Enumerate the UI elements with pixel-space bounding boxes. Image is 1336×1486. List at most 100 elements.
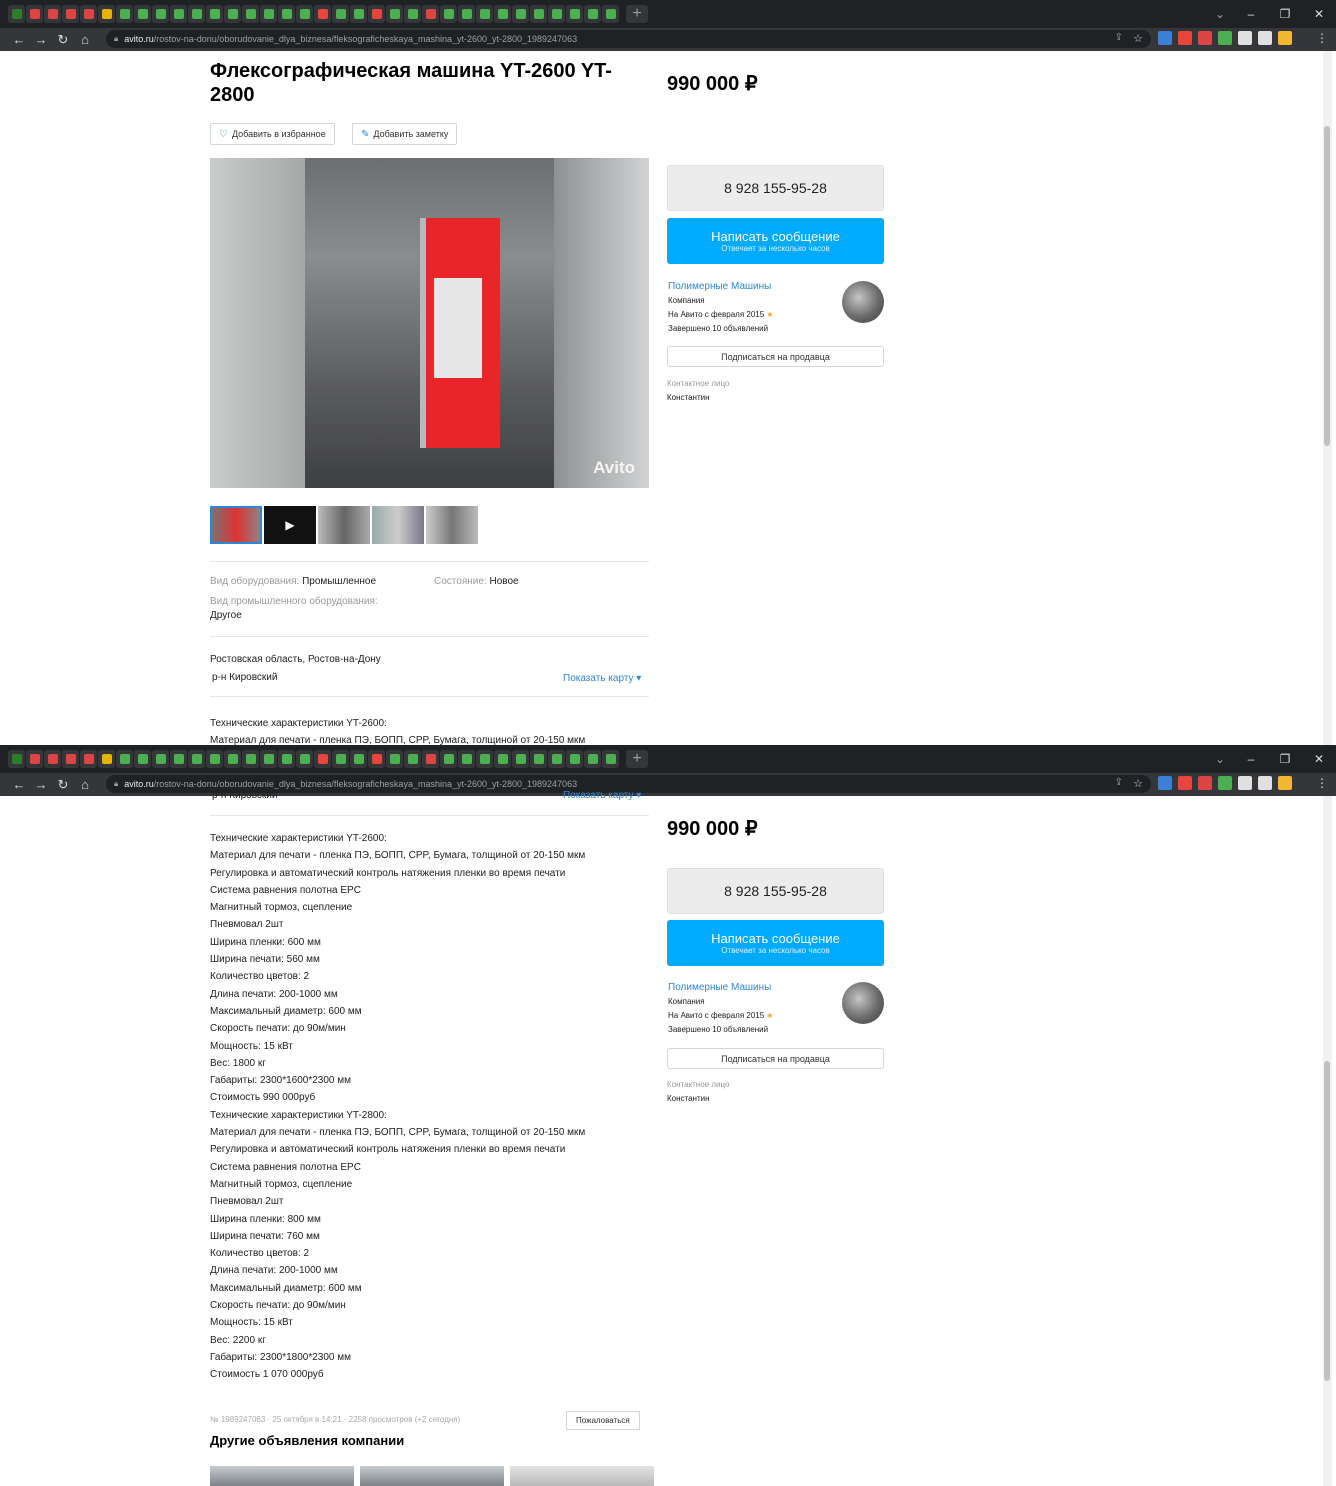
browser-tab[interactable] [206,750,223,768]
minimize-button[interactable]: – [1234,0,1268,28]
browser-tab[interactable] [62,750,79,768]
show-phone-button[interactable]: 8 928 155-95-28 [667,165,884,211]
browser-tab[interactable] [386,750,403,768]
browser-tab[interactable] [566,5,583,23]
browser-tab[interactable] [584,5,601,23]
browser-tab[interactable] [98,5,115,23]
browser-tab[interactable] [584,750,601,768]
close-window-button[interactable]: ✕ [1302,745,1336,773]
browser-tab[interactable] [80,5,97,23]
browser-tab[interactable] [458,5,475,23]
browser-tab[interactable] [458,750,475,768]
close-window-button[interactable]: ✕ [1302,0,1336,28]
back-icon[interactable]: ← [8,773,30,796]
add-note-button[interactable]: ✎ Добавить заметку [352,123,458,145]
tab-search-icon[interactable]: ⌄ [1206,745,1234,773]
browser-tab[interactable] [548,5,565,23]
thumbnail[interactable] [372,506,424,544]
browser-tab[interactable] [116,5,133,23]
browser-tab[interactable] [134,5,151,23]
other-ad-thumbnail[interactable] [210,1466,354,1486]
extension-icon[interactable] [1278,776,1292,790]
browser-tab[interactable] [8,5,25,23]
write-message-button[interactable]: Написать сообщение Отвечает за несколько… [667,218,884,264]
video-thumbnail[interactable]: ▶ [264,506,316,544]
show-map-link[interactable]: Показать карту ▾ [563,790,641,801]
maximize-button[interactable]: ❐ [1268,0,1302,28]
browser-tab[interactable] [44,750,61,768]
browser-tab[interactable] [278,5,295,23]
extension-icon[interactable] [1158,776,1172,790]
browser-tab[interactable] [350,5,367,23]
extension-icon[interactable] [1198,776,1212,790]
browser-tab[interactable] [548,750,565,768]
extension-icon[interactable] [1258,31,1272,45]
home-icon[interactable]: ⌂ [74,773,96,796]
share-icon[interactable]: ⇪ [1115,32,1123,43]
new-tab-button[interactable]: + [626,5,648,23]
seller-name-link[interactable]: Полимерные Машины [668,982,771,993]
extension-icon[interactable] [1218,776,1232,790]
browser-tab[interactable] [224,5,241,23]
browser-tab[interactable] [98,750,115,768]
browser-tab[interactable] [26,750,43,768]
browser-tab[interactable] [404,750,421,768]
seller-avatar[interactable] [842,281,884,323]
browser-tab[interactable] [116,750,133,768]
browser-tab[interactable] [8,750,25,768]
show-phone-button[interactable]: 8 928 155-95-28 [667,868,884,914]
browser-tab[interactable] [296,5,313,23]
browser-tab[interactable] [530,750,547,768]
thumbnail[interactable] [318,506,370,544]
browser-tab[interactable] [476,5,493,23]
browser-tab[interactable] [332,5,349,23]
home-icon[interactable]: ⌂ [74,28,96,51]
extension-icon[interactable] [1198,31,1212,45]
browser-tab[interactable] [278,750,295,768]
other-ad-thumbnail[interactable] [510,1466,654,1486]
browser-tab[interactable] [350,750,367,768]
photo-gallery[interactable]: Avito [210,158,649,488]
minimize-button[interactable]: – [1234,745,1268,773]
extension-icon[interactable] [1158,31,1172,45]
browser-tab[interactable] [134,750,151,768]
browser-tab[interactable] [260,750,277,768]
browser-tab[interactable] [602,5,619,23]
share-icon[interactable]: ⇪ [1115,777,1123,788]
forward-icon[interactable]: → [30,28,52,51]
write-message-button[interactable]: Написать сообщение Отвечает за несколько… [667,920,884,966]
add-favorite-button[interactable]: ♡ Добавить в избранное [210,123,335,145]
bookmark-star-icon[interactable]: ☆ [1133,32,1143,45]
browser-menu-icon[interactable]: ⋮ [1316,31,1328,45]
main-photo[interactable] [305,158,554,488]
thumbnail[interactable] [426,506,478,544]
reload-icon[interactable]: ↻ [52,773,74,796]
browser-tab[interactable] [422,750,439,768]
browser-tab[interactable] [404,5,421,23]
browser-tab[interactable] [188,750,205,768]
extension-icon[interactable] [1258,776,1272,790]
browser-tab[interactable] [314,750,331,768]
browser-tab[interactable] [368,750,385,768]
complain-button[interactable]: Пожаловаться [566,1411,640,1430]
extension-icon[interactable] [1238,776,1252,790]
back-icon[interactable]: ← [8,28,30,51]
browser-tab[interactable] [602,750,619,768]
browser-tab[interactable] [422,5,439,23]
browser-tab[interactable] [296,750,313,768]
seller-name-link[interactable]: Полимерные Машины [668,281,771,292]
bookmark-star-icon[interactable]: ☆ [1133,777,1143,790]
browser-tab[interactable] [494,5,511,23]
reload-icon[interactable]: ↻ [52,28,74,51]
browser-tab[interactable] [332,750,349,768]
extension-icon[interactable] [1218,31,1232,45]
show-map-link[interactable]: Показать карту ▾ [563,673,641,684]
browser-tab[interactable] [314,5,331,23]
browser-tab[interactable] [62,5,79,23]
browser-menu-icon[interactable]: ⋮ [1316,776,1328,790]
browser-tab[interactable] [206,5,223,23]
address-bar[interactable]: 🔒︎ avito.ru /rostov-na-donu/oborudovanie… [106,30,1151,48]
browser-tab[interactable] [170,750,187,768]
other-ad-thumbnail[interactable] [360,1466,504,1486]
browser-tab[interactable] [368,5,385,23]
